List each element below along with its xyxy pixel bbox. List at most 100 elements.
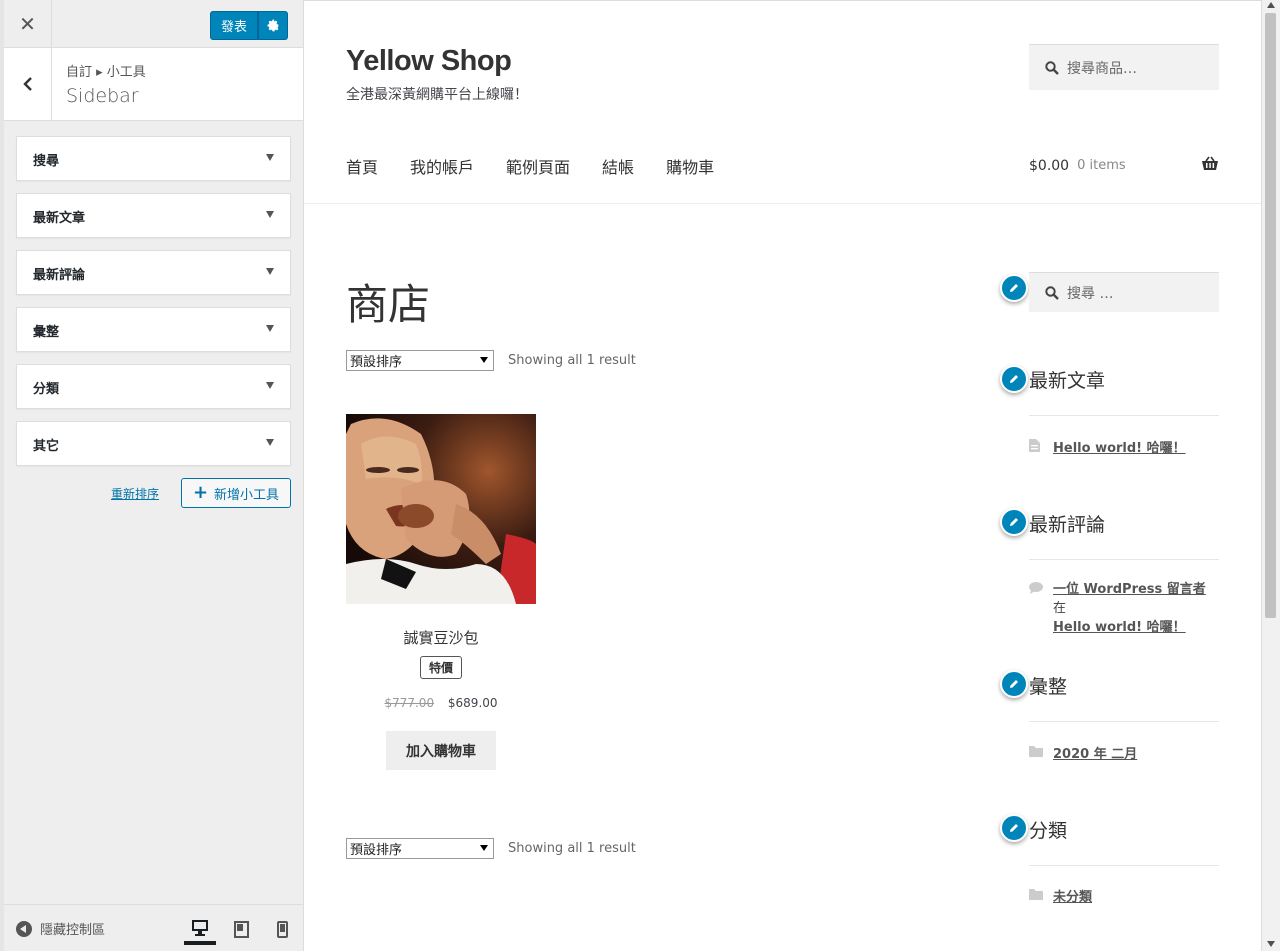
header-divider [304,203,1261,204]
divider [1029,559,1219,560]
folder-icon [1029,886,1043,905]
search-icon [1045,60,1059,75]
widget-label: 彙整 [33,325,60,340]
widget-search[interactable]: 搜尋 [16,136,291,181]
folder-icon [1029,743,1043,762]
widget-archives[interactable]: 彙整 [16,307,291,352]
sort-select[interactable]: 預設排序 [346,350,494,371]
category-link[interactable]: 未分類 [1053,886,1092,905]
publish-button[interactable]: 發表 [210,11,258,40]
mobile-icon[interactable] [266,913,298,945]
widget-heading-archives: 彙整 [1029,676,1068,698]
site-title[interactable]: Yellow Shop [346,45,512,78]
product-image[interactable] [346,414,536,604]
divider [1029,415,1219,416]
search-placeholder: 搜尋商品… [1067,60,1137,77]
widget-meta[interactable]: 其它 [16,421,291,466]
nav-item-checkout[interactable]: 結帳 [602,154,634,178]
divider [1029,721,1219,722]
tablet-icon[interactable] [225,913,257,945]
dropdown-arrow-icon [480,845,488,851]
edit-widget-pencil-icon[interactable] [1000,670,1028,698]
expand-arrow-icon [266,268,274,275]
sort-selected-value: 預設排序 [350,843,403,858]
search-placeholder: 搜尋 … [1067,285,1114,302]
add-to-cart-button[interactable]: 加入購物車 [386,731,496,770]
nav-item-sample-page[interactable]: 範例頁面 [506,154,570,178]
expand-arrow-icon [266,382,274,389]
expand-arrow-icon [266,325,274,332]
preview-scrollbar[interactable] [1261,0,1280,951]
publish-group: 發表 [210,11,288,40]
recent-post-link[interactable]: Hello world! 哈囉！ [1053,437,1186,456]
edit-widget-pencil-icon[interactable] [1000,274,1028,302]
recent-comment-item: 一位 WordPress 留言者 在 Hello world! 哈囉！ [1029,580,1219,637]
nav-item-home[interactable]: 首頁 [346,154,378,178]
scroll-up-arrow-icon[interactable] [1267,2,1275,8]
plus-icon: + [192,482,209,503]
sort-bar-bottom: 預設排序 Showing all 1 result [346,838,636,859]
section-header: 自訂 ▸ 小工具 Sidebar [4,48,303,121]
sale-badge: 特價 [420,656,462,679]
comment-on-text: 在 [1053,601,1067,616]
archive-item: 2020 年 二月 [1029,743,1219,762]
widget-heading-recent-comments: 最新評論 [1029,514,1106,536]
sort-bar-top: 預設排序 Showing all 1 result [346,350,636,371]
product-title[interactable]: 誠實豆沙包 [346,627,536,648]
publish-settings-gear-icon[interactable] [258,11,288,40]
section-title: Sidebar [66,85,139,107]
sale-price: $689.00 [447,696,498,710]
edit-widget-pencil-icon[interactable] [1000,814,1028,842]
edit-widget-pencil-icon[interactable] [1000,508,1028,536]
hide-controls-button[interactable]: 隱藏控制區 [16,919,105,938]
header-cart[interactable]: $0.00 0 items [1029,156,1219,175]
edit-widget-pencil-icon[interactable] [1000,365,1028,393]
product-search-input[interactable]: 搜尋商品… [1029,44,1219,90]
regular-price: $777.00 [384,696,435,710]
sort-selected-value: 預設排序 [350,355,403,370]
widget-label: 最新評論 [33,268,86,283]
dropdown-arrow-icon [480,357,488,363]
widget-label: 搜尋 [33,154,60,169]
sort-select[interactable]: 預設排序 [346,838,494,859]
expand-arrow-icon [266,154,274,161]
result-count: Showing all 1 result [508,841,636,856]
nav-item-my-account[interactable]: 我的帳戶 [410,154,474,178]
basket-icon [1201,156,1219,175]
nav-item-cart[interactable]: 購物車 [666,154,714,178]
breadcrumb: 自訂 ▸ 小工具 [66,65,146,80]
scrollbar-thumb[interactable] [1265,13,1276,618]
reorder-link[interactable]: 重新排序 [111,485,159,502]
widget-recent-comments[interactable]: 最新評論 [16,250,291,295]
site-preview: Yellow Shop 全港最深黃網購平台上線囉！ 搜尋商品… 首頁 我的帳戶 … [304,0,1261,951]
comment-post-link[interactable]: Hello world! 哈囉！ [1053,620,1186,635]
hide-controls-label: 隱藏控制區 [40,923,106,938]
customizer-footer: 隱藏控制區 [4,904,303,951]
widget-label: 分類 [33,382,60,397]
primary-navigation: 首頁 我的帳戶 範例頁面 結帳 購物車 [346,154,714,178]
add-widget-label: 新增小工具 [214,487,280,503]
document-icon [1029,437,1043,456]
widget-recent-posts[interactable]: 最新文章 [16,193,291,238]
archive-link[interactable]: 2020 年 二月 [1053,743,1137,762]
comment-author-link[interactable]: 一位 WordPress 留言者 [1053,582,1206,597]
widget-heading-recent-posts: 最新文章 [1029,370,1106,392]
scroll-down-arrow-icon[interactable] [1267,941,1275,947]
close-icon[interactable]: ✕ [4,0,52,47]
add-widget-button[interactable]: + 新增小工具 [181,478,291,508]
cart-item-count: 0 items [1077,158,1126,173]
customizer-header: ✕ 發表 [4,0,303,48]
expand-arrow-icon [266,439,274,446]
page-title: 商店 [346,280,431,329]
customizer-panel: ✕ 發表 自訂 ▸ 小工具 Sidebar 搜尋 最新文章 最新評論 彙整 分類… [0,0,304,951]
collapse-arrow-icon [16,920,32,937]
comment-icon [1029,580,1043,637]
divider [1029,865,1219,866]
sidebar-search-input[interactable]: 搜尋 … [1029,272,1219,312]
category-item: 未分類 [1029,886,1219,905]
product-price: $777.00 $689.00 [346,696,536,710]
back-chevron-icon[interactable] [4,48,52,120]
widget-categories[interactable]: 分類 [16,364,291,409]
recent-post-item: Hello world! 哈囉！ [1029,437,1219,456]
desktop-icon[interactable] [184,913,216,945]
